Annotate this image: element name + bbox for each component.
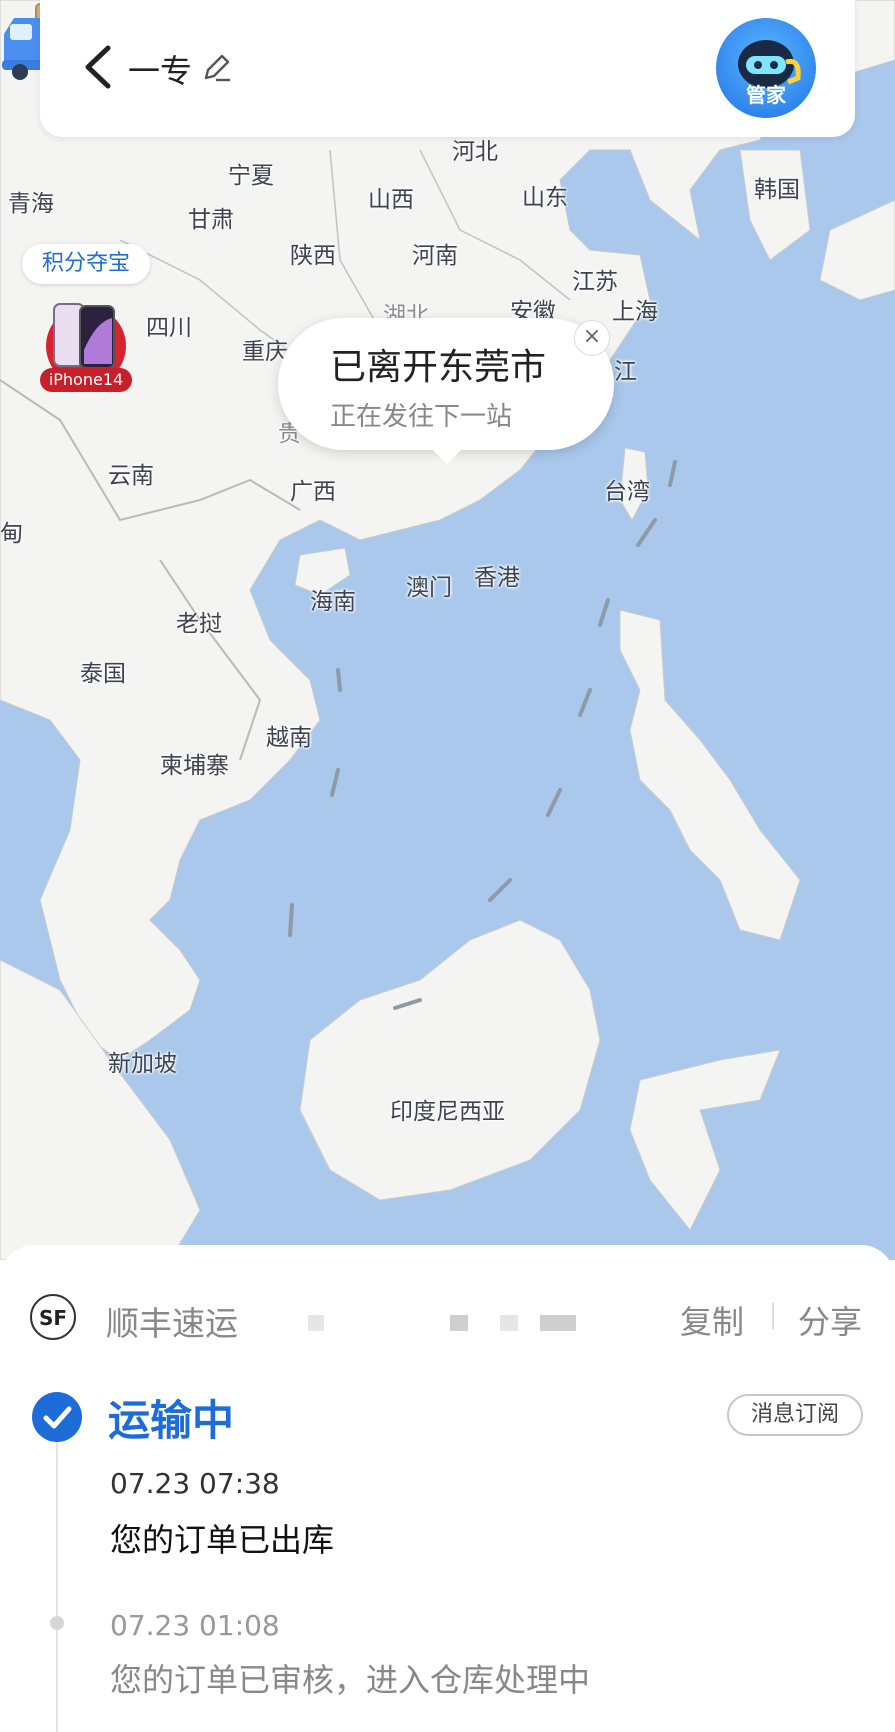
divider bbox=[772, 1303, 774, 1329]
place-hanguo: 韩国 bbox=[754, 177, 800, 203]
place-sichuan: 四川 bbox=[146, 315, 192, 341]
top-bar: 一专 管家 bbox=[40, 0, 855, 137]
redacted-tracking-number bbox=[450, 1315, 468, 1331]
place-hebei: 河北 bbox=[452, 139, 498, 165]
popup-close-icon[interactable]: × bbox=[574, 320, 610, 356]
redacted-tracking-number bbox=[308, 1315, 324, 1331]
place-hainan: 海南 bbox=[310, 589, 356, 615]
popup-title: 已离开东莞市 bbox=[330, 347, 547, 388]
assistant-avatar[interactable]: 管家 bbox=[716, 18, 816, 118]
place-shanghai: 上海 bbox=[612, 299, 658, 325]
share-button[interactable]: 分享 bbox=[798, 1297, 862, 1343]
place-qinghai: 青海 bbox=[8, 191, 54, 217]
place-cambodia: 柬埔寨 bbox=[160, 753, 229, 779]
place-macau: 澳门 bbox=[406, 575, 452, 601]
event-time: 07.23 01:08 bbox=[110, 1609, 280, 1642]
timeline-dot bbox=[50, 1616, 64, 1630]
place-guangxi: 广西 bbox=[290, 479, 336, 505]
event-time: 07.23 07:38 bbox=[110, 1467, 280, 1500]
place-ningxia: 宁夏 bbox=[228, 163, 274, 189]
redacted-tracking-number bbox=[540, 1315, 576, 1331]
place-thailand: 泰国 bbox=[80, 661, 126, 687]
popup-subtitle: 正在发往下一站 bbox=[330, 402, 513, 432]
event-description: 您的订单已出库 bbox=[110, 1521, 335, 1559]
place-laos: 老挝 bbox=[176, 611, 222, 637]
check-icon bbox=[32, 1392, 82, 1442]
place-shandong: 山东 bbox=[522, 185, 568, 211]
back-arrow-icon[interactable] bbox=[78, 42, 122, 92]
place-yunnan: 云南 bbox=[108, 463, 154, 489]
place-taiwan: 台湾 bbox=[604, 479, 650, 505]
edit-pencil-icon[interactable] bbox=[200, 52, 232, 84]
iphone-promo[interactable]: iPhone14 bbox=[40, 300, 132, 392]
shipment-popup[interactable]: 已离开东莞市 正在发往下一站 × bbox=[278, 318, 614, 465]
timeline-line bbox=[56, 1442, 58, 1732]
shipping-status: 运输中 bbox=[108, 1396, 235, 1445]
place-jiangsu: 江苏 bbox=[572, 269, 618, 295]
place-myanmar: 甸 bbox=[0, 521, 23, 547]
place-vietnam: 越南 bbox=[266, 725, 312, 751]
place-shanxi: 山西 bbox=[368, 187, 414, 213]
event-description: 您的订单已审核，进入仓库处理中 bbox=[110, 1661, 591, 1699]
carrier-name: 顺丰速运 bbox=[106, 1304, 238, 1343]
place-gansu: 甘肃 bbox=[188, 207, 234, 233]
redacted-tracking-number bbox=[500, 1315, 518, 1331]
copy-button[interactable]: 复制 bbox=[680, 1297, 744, 1343]
tracking-sheet: SF 顺丰速运 复制 分享 运输中 消息订阅 07.23 07:38 您的订单已… bbox=[0, 1245, 895, 1732]
place-hongkong: 香港 bbox=[474, 565, 520, 591]
place-shaanxi: 陕西 bbox=[290, 243, 336, 269]
assistant-label: 管家 bbox=[746, 83, 786, 107]
page-title[interactable]: 一专 bbox=[128, 46, 192, 92]
sf-express-logo-icon: SF bbox=[30, 1294, 76, 1340]
place-indonesia: 印度尼西亚 bbox=[390, 1099, 505, 1125]
map[interactable]: 河北 宁夏 青海 山西 山东 甘肃 韩国 陕西 河南 江苏 湖北 安徽 上海 四… bbox=[0, 0, 895, 1260]
points-lottery-badge[interactable]: 积分夺宝 bbox=[22, 244, 151, 284]
place-singapore: 新加坡 bbox=[108, 1051, 177, 1077]
place-henan: 河南 bbox=[412, 243, 458, 269]
iphone-promo-label: iPhone14 bbox=[40, 368, 132, 392]
subscribe-button[interactable]: 消息订阅 bbox=[727, 1394, 863, 1436]
place-zhejiang: 江 bbox=[614, 359, 637, 385]
